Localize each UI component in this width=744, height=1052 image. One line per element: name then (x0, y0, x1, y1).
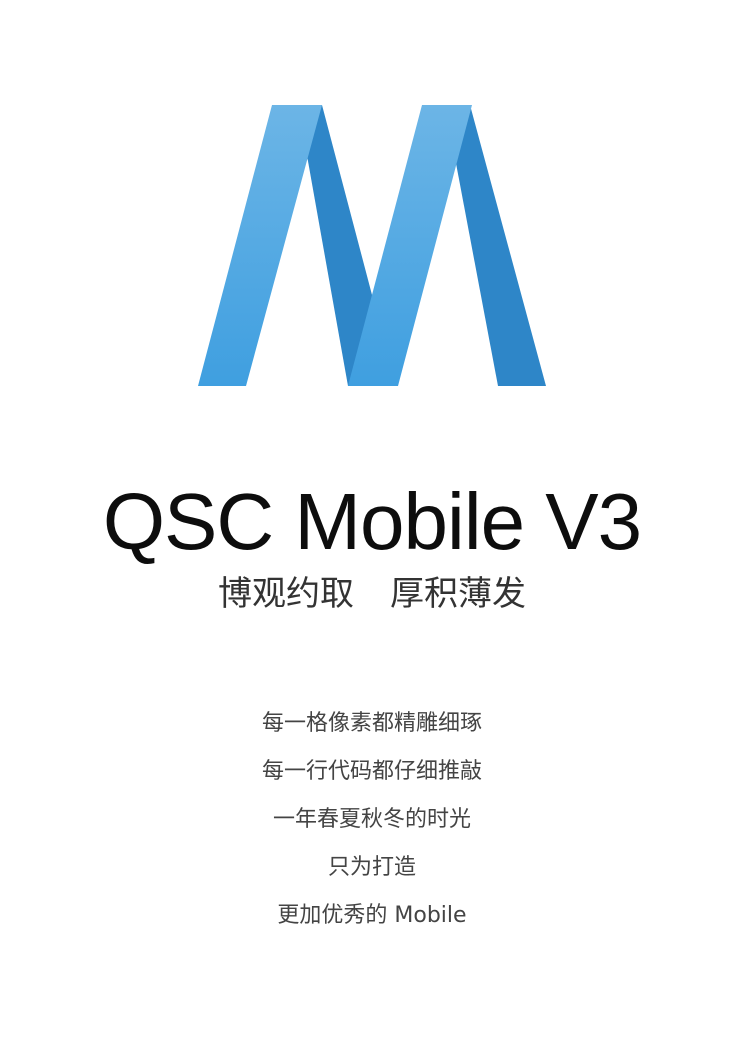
logo-light-stroke-right (348, 105, 472, 386)
logo-light-stroke-left (198, 105, 322, 386)
qsc-mobile-logo (198, 105, 546, 386)
app-title: QSC Mobile V3 (102, 477, 642, 566)
slogan-part-1: 博观约取 (218, 574, 354, 614)
tagline-list: 每一格像素都精雕细琢 每一行代码都仔细推敲 一年春夏秋冬的时光 只为打造 更加优… (0, 700, 744, 940)
tagline-line: 每一格像素都精雕细琢 (261, 711, 482, 736)
tagline-line: 更加优秀的 Mobile (277, 903, 467, 928)
slogan: 博观约取 厚积薄发 (0, 570, 744, 618)
tagline-line: 一年春夏秋冬的时光 (272, 807, 471, 832)
tagline-line: 每一行代码都仔细推敲 (261, 759, 482, 784)
slogan-part-2: 厚积薄发 (390, 574, 526, 614)
tagline-line: 只为打造 (327, 855, 416, 880)
